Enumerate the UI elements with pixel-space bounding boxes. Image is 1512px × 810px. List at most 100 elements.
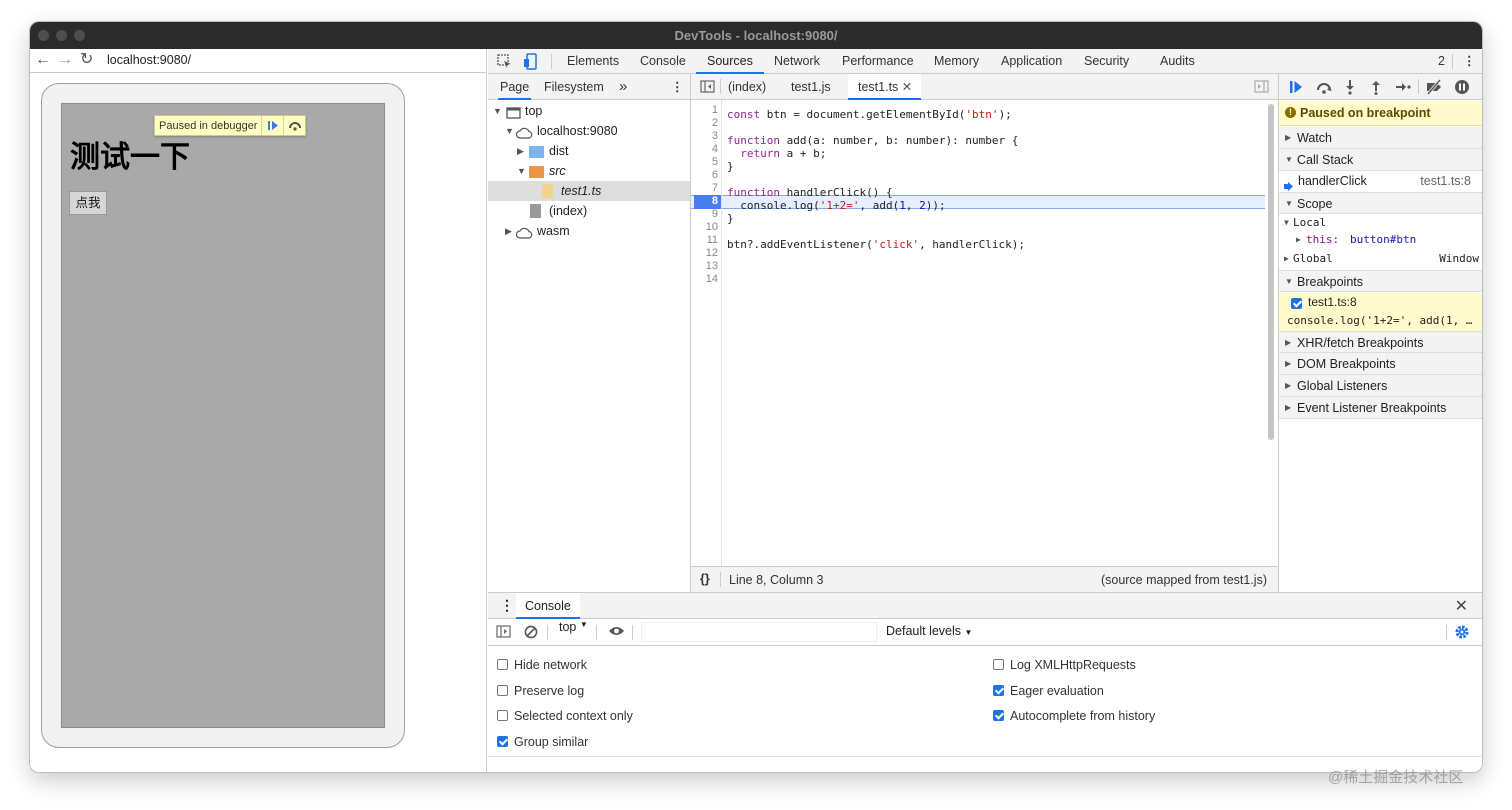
line-number[interactable]: 10 [706,221,718,234]
tab-performance[interactable]: Performance [842,49,914,74]
step-icon[interactable] [1395,79,1411,99]
tree-item-test1-ts[interactable]: test1.ts [488,181,690,201]
resume-icon[interactable] [1288,79,1304,99]
line-number[interactable]: 11 [707,234,718,247]
line-number[interactable]: 5 [712,156,718,169]
tab-page[interactable]: Page [498,74,532,100]
navigator-menu-icon[interactable]: ⋮ [671,74,684,100]
drawer-tab-console[interactable]: Console [516,593,580,619]
tab-sources[interactable]: Sources [696,49,764,74]
more-tabs-icon[interactable]: » [619,74,627,100]
line-number[interactable]: 4 [712,143,718,156]
call-frame-handlerclick[interactable]: handlerClick test1.ts:8 [1279,171,1482,191]
close-window-button[interactable] [38,30,49,41]
section-xhr-breakpoints[interactable]: ▶ XHR/fetch Breakpoints [1279,331,1482,353]
line-number[interactable]: 12 [706,247,718,260]
code-line: } [727,160,734,173]
reload-icon[interactable]: ↻ [80,51,93,69]
step-over-icon[interactable] [1315,79,1333,99]
editor-tab-test1-ts[interactable]: test1.ts ✕ [848,74,922,100]
breakpoint-item[interactable]: test1.ts:8 console.log('1+2=', add(1, … [1279,293,1482,331]
log-levels-dropdown[interactable]: Default levels ▼ [886,624,972,638]
section-watch[interactable]: ▶ Watch [1279,127,1482,149]
tab-console[interactable]: Console [640,49,686,74]
tab-memory[interactable]: Memory [934,49,979,74]
tree-item-index[interactable]: (index) [488,201,690,221]
forward-arrow-icon[interactable]: → [57,51,73,69]
show-sidebar-icon[interactable] [496,625,511,641]
step-into-icon[interactable] [1343,79,1357,99]
zoom-window-button[interactable] [74,30,85,41]
tree-item-top[interactable]: ▼ top [488,101,690,121]
step-over-icon[interactable] [283,116,305,135]
line-number[interactable]: 1 [712,104,718,117]
scope-global[interactable]: ▶ Global Window [1279,250,1482,267]
line-number[interactable]: 7 [712,182,718,195]
tab-audits[interactable]: Audits [1160,49,1195,74]
tree-item-wasm[interactable]: ▶ wasm [488,221,690,241]
breakpoint-checkbox[interactable] [1291,298,1302,309]
line-number[interactable]: 9 [712,208,718,221]
line-number[interactable]: 13 [706,260,718,273]
live-expression-eye-icon[interactable] [608,625,625,640]
section-global-listeners[interactable]: ▶ Global Listeners [1279,375,1482,397]
back-arrow-icon[interactable]: ← [35,51,51,69]
tree-item-src[interactable]: ▼ src [488,161,690,181]
tab-application[interactable]: Application [1001,49,1062,74]
close-tab-icon[interactable]: ✕ [902,80,912,94]
line-number[interactable]: 14 [706,273,718,286]
checkbox[interactable] [497,710,508,721]
browser-window: DevTools - localhost:9080/ ← → ↻ localho… [30,22,1482,772]
clear-console-icon[interactable] [524,625,538,642]
tree-item-dist[interactable]: ▶ dist [488,141,690,161]
more-options-icon[interactable]: ⋮ [1463,49,1476,74]
checkbox[interactable] [497,736,508,747]
line-number[interactable]: 3 [712,130,718,143]
context-selector[interactable]: top ▼ [559,620,588,634]
checkbox[interactable] [993,659,1004,670]
line-number[interactable]: 6 [712,169,718,182]
pause-on-exceptions-icon[interactable] [1454,79,1470,99]
section-breakpoints[interactable]: ▼ Breakpoints [1279,270,1482,292]
checkbox[interactable] [993,710,1004,721]
console-settings-gear-icon[interactable] [1454,624,1470,643]
toggle-debugger-icon[interactable] [1254,80,1269,96]
tab-elements[interactable]: Elements [567,49,619,74]
checkbox[interactable] [497,685,508,696]
checkbox[interactable] [497,659,508,670]
scope-this[interactable]: ▶ this: button#btn [1279,231,1482,248]
section-call-stack[interactable]: ▼ Call Stack [1279,149,1482,171]
click-me-button[interactable]: 点我 [69,191,107,215]
issues-count[interactable]: 2 [1438,49,1445,74]
section-scope[interactable]: ▼ Scope [1279,192,1482,214]
tree-item-localhost[interactable]: ▼ localhost:9080 [488,121,690,141]
line-number[interactable]: 2 [712,117,718,130]
editor-scrollbar[interactable] [1268,104,1274,440]
section-dom-breakpoints[interactable]: ▶ DOM Breakpoints [1279,353,1482,375]
editor-tab-index[interactable]: (index) [728,74,766,100]
deactivate-breakpoints-icon[interactable] [1425,79,1443,99]
pretty-print-icon[interactable]: {} [700,572,710,586]
scope-local[interactable]: ▼ Local [1279,214,1482,231]
resume-icon[interactable] [261,116,283,135]
folder-icon [529,166,544,178]
device-toolbar-icon[interactable] [523,53,538,73]
inspect-element-icon[interactable] [497,54,512,72]
section-event-listener-breakpoints[interactable]: ▶ Event Listener Breakpoints [1279,397,1482,419]
tab-security[interactable]: Security [1084,49,1129,74]
toggle-navigator-icon[interactable] [700,80,715,96]
line-number[interactable]: 8 [712,195,718,208]
drawer-menu-icon[interactable]: ⋮ [500,597,514,614]
source-map-info[interactable]: (source mapped from test1.js) [1101,573,1267,587]
devtools-panel: Elements Console Sources Network Perform… [488,49,1482,772]
tab-filesystem[interactable]: Filesystem [544,74,604,100]
editor-tab-test1-js[interactable]: test1.js [791,74,831,100]
step-out-icon[interactable] [1369,79,1383,99]
checkbox[interactable] [993,685,1004,696]
minimize-window-button[interactable] [56,30,67,41]
tab-network[interactable]: Network [774,49,820,74]
console-filter-input[interactable] [641,622,877,642]
url-field[interactable]: localhost:9080/ [107,53,191,67]
frame-location: test1.ts:8 [1420,174,1471,188]
close-drawer-icon[interactable]: ✕ [1455,596,1468,616]
